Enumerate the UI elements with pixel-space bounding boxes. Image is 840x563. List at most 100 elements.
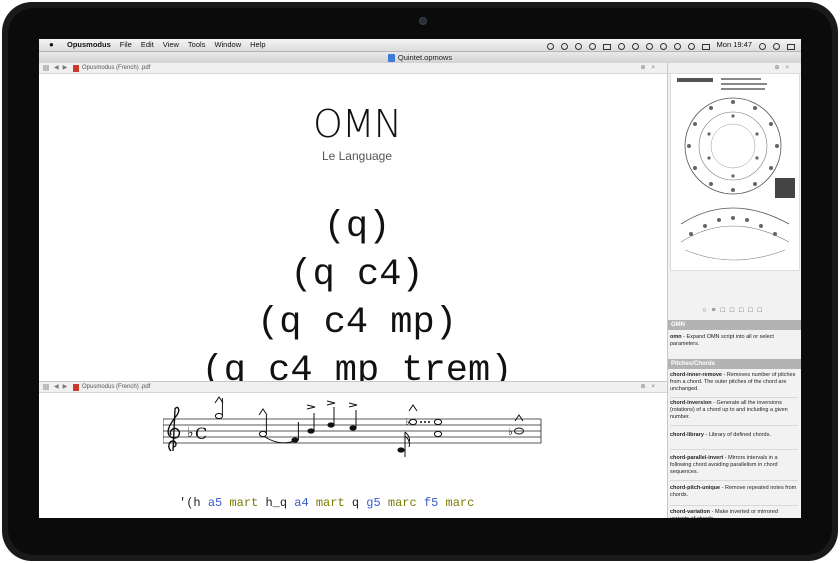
volume-icon[interactable] (687, 42, 695, 50)
messages-icon[interactable] (645, 42, 653, 50)
battery-icon[interactable] (701, 43, 710, 50)
thumbnail-toolbar: ○≡□□□□□ (668, 305, 801, 317)
menu-help[interactable]: Help (250, 39, 265, 51)
dot (420, 421, 422, 423)
settings-icon[interactable] (588, 42, 596, 50)
note-half (214, 412, 224, 420)
doc-entry-name: chord-variation (670, 509, 711, 515)
pane-grip-icon[interactable] (43, 65, 49, 71)
pane-grip-icon[interactable] (43, 384, 49, 390)
doc-entry-name: chord-pitch-unique (670, 485, 721, 491)
pdf-icon (73, 384, 79, 391)
omn-token-vel: marc (445, 496, 475, 510)
common-time-icon: C (195, 424, 207, 443)
divider (670, 425, 798, 426)
doc-entry-name: chord-parallel-invert (670, 455, 724, 461)
omn-token-vel: marc (387, 496, 424, 510)
omn-example-line: (q c4 mp) (257, 302, 457, 344)
menu-window[interactable]: Window (214, 39, 241, 51)
note-quarter (327, 422, 335, 428)
doc-entry[interactable]: chord-pitch-unique - Remove repeated not… (670, 485, 798, 499)
tool-icon[interactable] (574, 42, 582, 50)
section-header-omn[interactable]: OMN (668, 320, 801, 330)
notification-center-icon[interactable] (787, 43, 795, 50)
pane-controls-icon[interactable]: ⊕× (640, 63, 661, 73)
toolbar-icon[interactable]: □ (721, 307, 730, 314)
sync-icon[interactable] (560, 42, 568, 50)
doc-entry[interactable]: chord-library - Library of defined chord… (670, 432, 798, 439)
doc-entry-desc: - Library of defined chords. (705, 432, 771, 438)
staff-lines (163, 418, 542, 444)
menu-view[interactable]: View (163, 39, 179, 51)
pdf-pane-top: ◀▶ Opusmodus (French) .pdf ⊕× OMN Le Lan… (39, 63, 668, 392)
doc-entry-name: chord-inversion (670, 400, 712, 406)
toolbar-icon[interactable]: □ (758, 307, 767, 314)
divider (670, 480, 798, 481)
doc-entry-name: chord-library (670, 432, 704, 438)
omn-code-block: '(h a5 mart h_q a4 mart q g5 marc f5 mar… (179, 466, 503, 518)
right-panel: ⊕× ○≡□□□□□ OMN omn - Expand OMN script i… (668, 63, 801, 518)
note-quarter (307, 428, 315, 434)
bluetooth-icon[interactable] (659, 42, 667, 50)
pdf-pane-bottom-header: ◀▶ Opusmodus (French) .pdf ⊕× (39, 382, 667, 393)
toolbar-icon[interactable]: □ (730, 307, 739, 314)
doc-entry[interactable]: chord-variation - Make inverted or mirro… (670, 509, 798, 518)
doc-entry-name: chord-inner-remove (670, 372, 722, 378)
creative-cloud-icon[interactable] (546, 42, 554, 50)
toolbar-icon[interactable]: ≡ (711, 307, 720, 314)
divider (670, 397, 798, 398)
clock[interactable]: Mon 19:47 (717, 39, 752, 51)
menu-tools[interactable]: Tools (188, 39, 206, 51)
omn-token-pitch: g5 (366, 496, 388, 510)
wifi-icon[interactable] (673, 42, 681, 50)
dot (428, 421, 430, 423)
toolbar-icon[interactable]: □ (748, 307, 757, 314)
pane-nav-arrows-icon[interactable]: ◀▶ (54, 382, 71, 392)
omn-example-line: (q c4) (290, 254, 424, 296)
omn-example-line: (q) (323, 206, 391, 248)
window-title: Quintet.opmows (397, 53, 453, 62)
omn-token-pitch: f5 (423, 496, 446, 510)
flat-sign-icon: ♭ (405, 417, 410, 428)
menu-app-name[interactable]: Opusmodus (67, 39, 111, 51)
time-machine-icon[interactable] (617, 42, 625, 50)
omn-token-dur: h_q (265, 496, 295, 510)
omn-token-pitch: a4 (294, 496, 316, 510)
note-half (408, 418, 418, 426)
omn-token-dur: q (351, 496, 367, 510)
screen: ● Opusmodus File Edit View Tools Window … (39, 39, 801, 518)
pdf-pane-top-header: ◀▶ Opusmodus (French) .pdf ⊕× (39, 63, 667, 74)
spotlight-icon[interactable] (773, 42, 780, 50)
pdf-icon (73, 65, 79, 72)
flat-sign-icon: ♭ (508, 427, 513, 438)
pane-nav-arrows-icon[interactable]: ◀▶ (54, 63, 71, 73)
score-thumbnail-image (677, 78, 795, 261)
toolbar-icon[interactable]: □ (739, 307, 748, 314)
pane-controls-icon[interactable]: ⊕× (774, 63, 795, 73)
omn-code-line: '(h a5 mart h_q a4 mart q g5 marc f5 mar… (179, 496, 503, 511)
music-score: ♭ C ♭ ♭ (163, 396, 542, 457)
doc-entry[interactable]: chord-inner-remove - Removes number of p… (670, 372, 798, 393)
doc-entry[interactable]: chord-parallel-invert - Mirrors interval… (670, 455, 798, 476)
pdf-thumbnail[interactable] (670, 73, 800, 271)
doc-entry-desc: - Expand OMN script into all or select p… (670, 334, 774, 347)
omn-token-pitch: a5 (207, 496, 230, 510)
note-quarter (291, 437, 299, 443)
omn-token-dur: '(h (179, 496, 208, 510)
user-icon[interactable] (759, 42, 766, 50)
history-icon[interactable] (631, 42, 639, 50)
note-half (433, 418, 443, 426)
articulation-marks (214, 396, 524, 422)
doc-entry[interactable]: omn - Expand OMN script into all or sele… (670, 334, 798, 348)
airplay-icon[interactable] (602, 43, 611, 50)
section-header-pitches-chords[interactable]: Pitches/Chords (668, 359, 801, 369)
menu-file[interactable]: File (120, 39, 132, 51)
apple-menu-icon[interactable]: ● (49, 39, 54, 51)
divider (670, 449, 798, 450)
omn-token-vel: mart (229, 496, 266, 510)
doc-entry[interactable]: chord-inversion - Generate all the inver… (670, 400, 798, 421)
omn-example-lines: (q) (q c4) (q c4 mp) (q c4 mp trem) (39, 203, 675, 395)
pdf-subheading: Le Language (321, 149, 393, 163)
pane-controls-icon[interactable]: ⊕× (640, 382, 661, 392)
menu-edit[interactable]: Edit (141, 39, 154, 51)
